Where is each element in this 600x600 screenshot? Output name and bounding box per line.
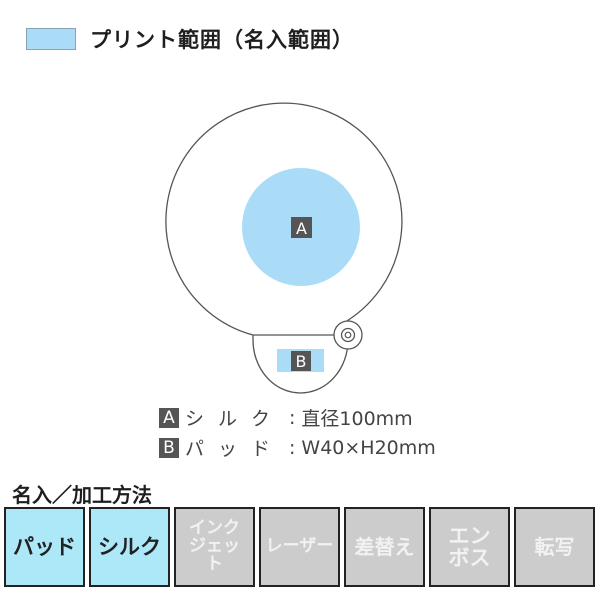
method-replace: 差替え — [344, 507, 425, 587]
method-laser: レーザー — [259, 507, 340, 587]
method-label: レーザー — [265, 536, 334, 557]
method-silk: シルク — [89, 507, 170, 587]
method-label: エンボス — [448, 523, 491, 570]
method-transfer: 転写 — [514, 507, 595, 587]
method-label: シルク — [98, 534, 161, 559]
methods-title: 名入／加工方法 — [12, 483, 152, 507]
method-label: 転写 — [534, 534, 575, 559]
spec-tag-a: A — [159, 407, 179, 428]
method-label: 差替え — [354, 534, 415, 559]
spec-method-b: パッド — [185, 438, 285, 460]
spec-row-b: B パッド : W40×H20mm — [159, 434, 436, 461]
eyelet-ring-outer — [333, 320, 363, 350]
method-label: インクジェット — [189, 518, 240, 574]
method-label: パッド — [13, 534, 76, 559]
area-a-label: A — [296, 219, 307, 238]
area-b-label: B — [296, 352, 307, 371]
method-inkjet: インクジェット — [174, 507, 255, 587]
spec-size-a: 直径100mm — [301, 408, 413, 430]
spec-row-a: A シルク : 直径100mm — [159, 404, 413, 431]
spec-separator: : — [289, 406, 296, 429]
spec-method-a: シルク — [185, 408, 285, 430]
method-emboss: エンボス — [429, 507, 510, 587]
method-pad: パッド — [4, 507, 85, 587]
methods-list: パッド シルク インクジェット レーザー 差替え エンボス 転写 — [4, 507, 595, 587]
spec-tag-b: B — [159, 437, 179, 458]
spec-size-b: W40×H20mm — [301, 436, 436, 459]
spec-separator: : — [289, 436, 296, 459]
